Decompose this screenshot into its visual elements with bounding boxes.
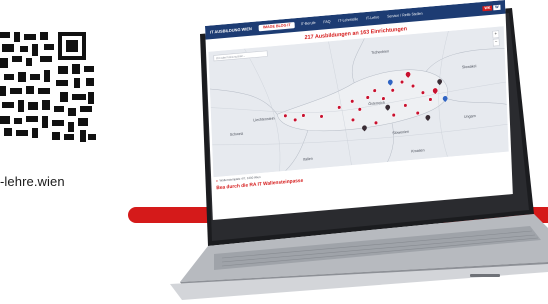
zoom-in-button[interactable]: + (492, 30, 500, 39)
nav-item-it-lehre[interactable]: IT-Lehre (366, 16, 380, 21)
nav-item-it-berufe[interactable]: IT-Berufe (301, 21, 316, 26)
nav-item-active[interactable]: IMAGE BLOG IT (258, 21, 295, 32)
zoom-out-button[interactable]: − (492, 38, 500, 47)
wk-logo[interactable]: WK W (482, 4, 501, 12)
map-basemap (208, 26, 509, 178)
map-view[interactable]: Ort oder Firma suchen... + − Tschechien … (208, 26, 509, 178)
location-pin-icon: ● (216, 179, 218, 184)
app-screen: IT AUSBILDUNG WIEN IMAGE BLOG IT IT-Beru… (205, 0, 513, 221)
nav-item-it-lehrstelle[interactable]: IT-Lehrstelle (338, 18, 358, 23)
brand-logo[interactable]: IT AUSBILDUNG WIEN (210, 27, 252, 35)
wk-logo-left: WK (482, 5, 493, 12)
wk-logo-right: W (493, 4, 501, 11)
map-zoom-control: + − (492, 30, 500, 47)
nav-item-service[interactable]: Service / Reife Stellen (387, 12, 423, 19)
nav-item-faq[interactable]: FAQ (323, 20, 330, 24)
